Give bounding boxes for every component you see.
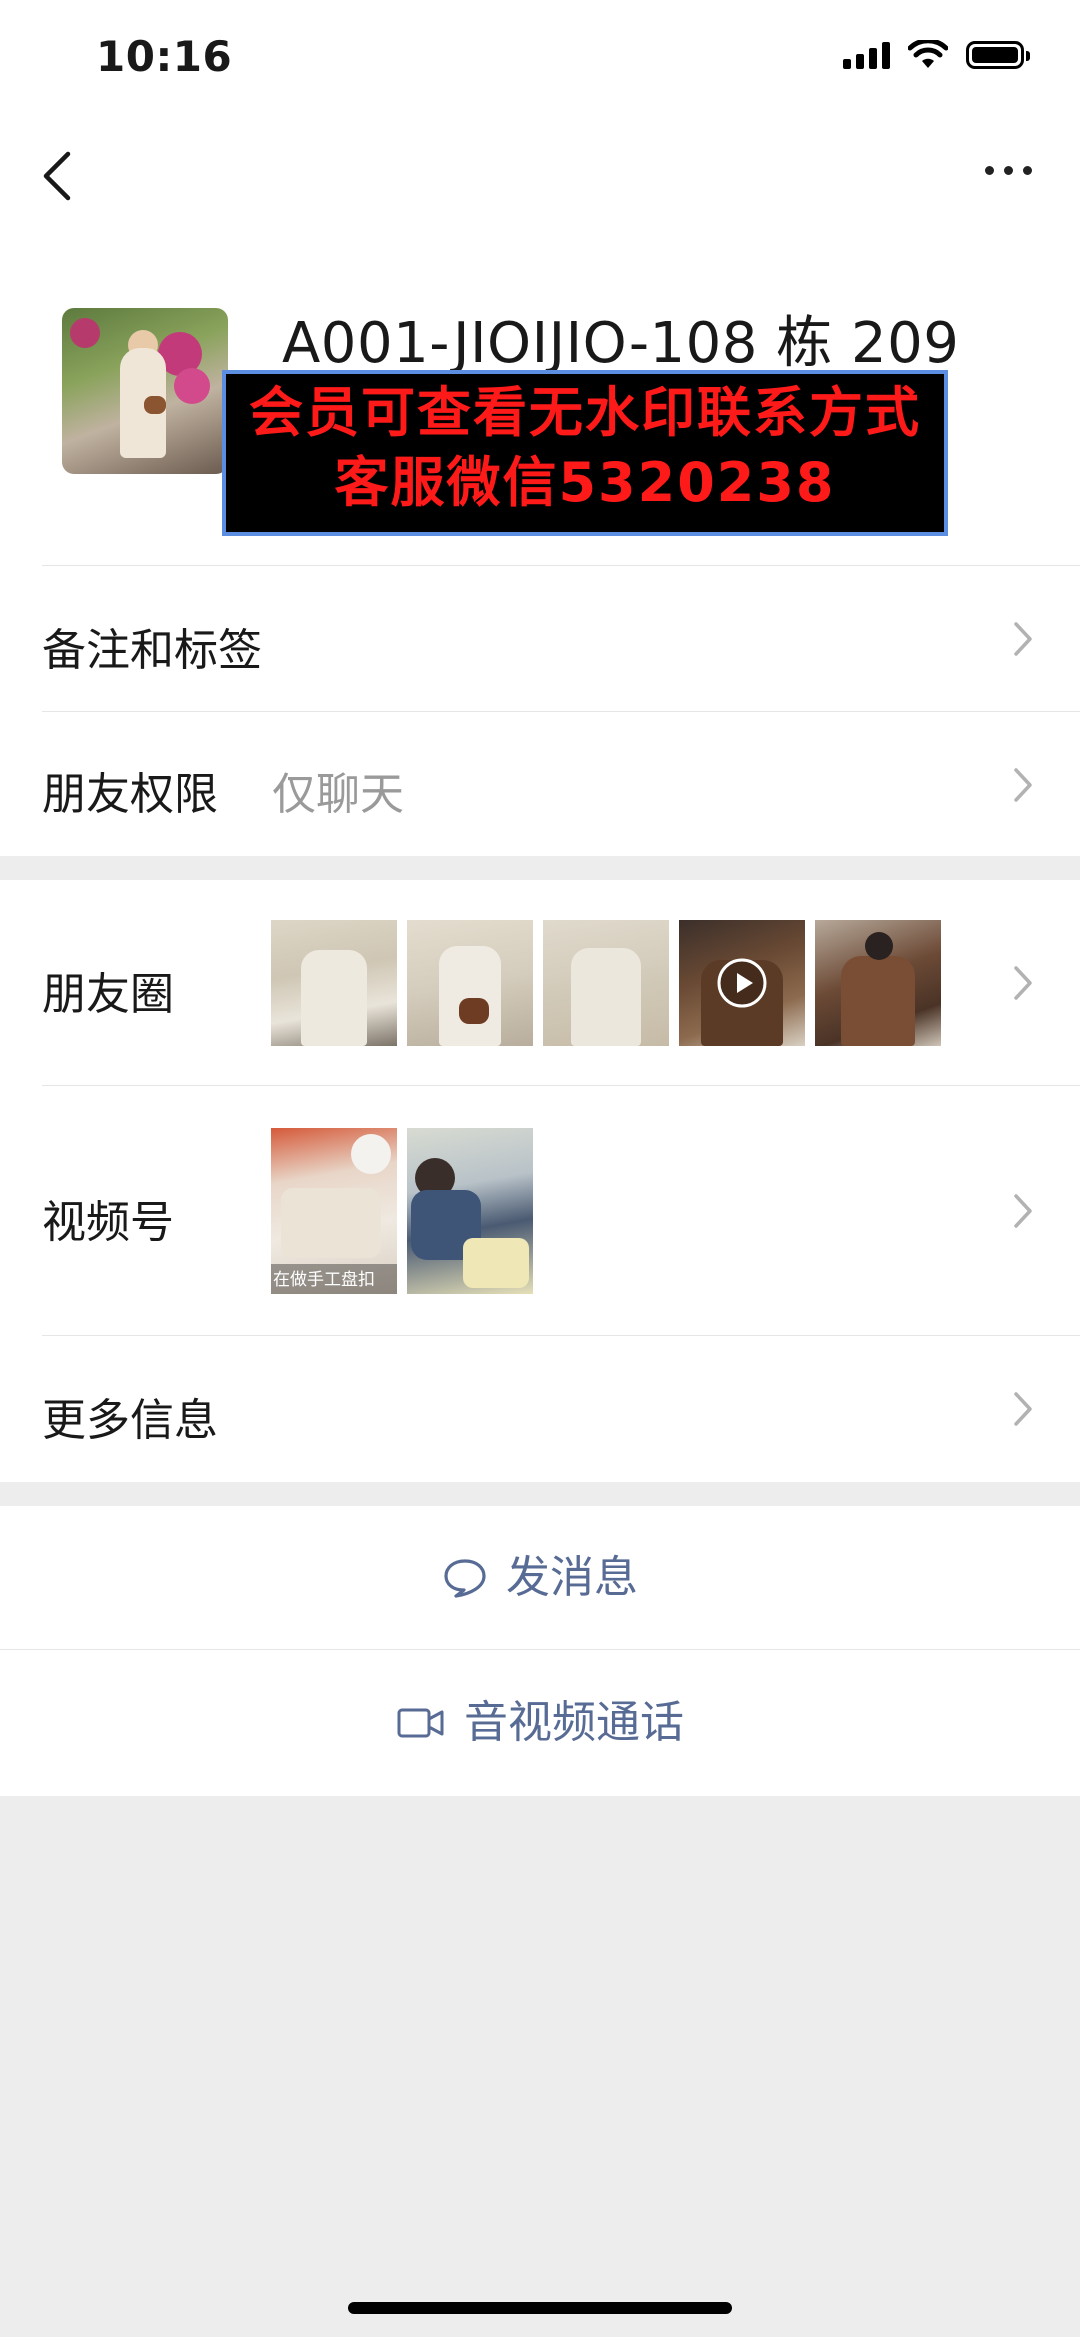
watermark-line-1: 会员可查看无水印联系方式	[249, 381, 921, 444]
battery-icon	[966, 41, 1030, 69]
more-info-row[interactable]: 更多信息	[0, 1336, 1080, 1482]
permission-value: 仅聊天	[272, 769, 404, 820]
status-icons	[843, 40, 1030, 70]
channels-thumbnail-caption: 在做手工盘扣	[273, 1270, 375, 1290]
more-info-label: 更多信息	[42, 1395, 218, 1446]
avatar[interactable]	[62, 308, 228, 474]
home-indicator	[348, 2302, 732, 2314]
watermark-banner: 会员可查看无水印联系方式 客服微信5320238	[222, 370, 948, 536]
more-icon[interactable]	[985, 166, 1032, 175]
channels-row[interactable]: 视频号 在做手工盘扣	[0, 1086, 1080, 1336]
status-time: 10:16	[96, 32, 233, 81]
chevron-right-icon	[1014, 768, 1032, 802]
back-icon[interactable]	[38, 146, 78, 206]
chevron-right-icon	[1014, 966, 1032, 1000]
moments-label: 朋友圈	[42, 969, 174, 1020]
moments-thumbnail[interactable]	[543, 920, 669, 1046]
video-camera-icon	[397, 1708, 444, 1738]
chevron-right-icon	[1014, 1194, 1032, 1228]
send-message-label: 发消息	[506, 1552, 638, 1603]
channels-label: 视频号	[42, 1197, 174, 1248]
channels-thumbnail[interactable]: 在做手工盘扣	[271, 1128, 397, 1294]
remark-label: 备注和标签	[42, 625, 262, 676]
play-icon	[717, 958, 767, 1008]
chevron-right-icon	[1014, 622, 1032, 656]
wifi-icon	[908, 40, 948, 68]
send-message-button[interactable]: 发消息	[0, 1506, 1080, 1650]
moments-thumbnail[interactable]	[271, 920, 397, 1046]
video-call-label: 音视频通话	[464, 1697, 684, 1748]
display-name: A001-JIOIJIO-108 栋 209	[282, 311, 960, 376]
permission-row[interactable]: 朋友权限 仅聊天	[0, 712, 1080, 856]
profile-header: A001-JIOIJIO-108 栋 209 会员可查看无水印联系方式 客服微信…	[0, 240, 1080, 566]
moments-thumbnail[interactable]	[407, 920, 533, 1046]
video-call-button[interactable]: 音视频通话	[0, 1650, 1080, 1796]
remark-row[interactable]: 备注和标签	[0, 566, 1080, 712]
chat-bubble-icon	[444, 1559, 486, 1598]
permission-label: 朋友权限	[42, 769, 218, 820]
moments-row[interactable]: 朋友圈	[0, 880, 1080, 1086]
moments-video-thumbnail[interactable]	[679, 920, 805, 1046]
signal-icon	[843, 41, 890, 69]
chevron-right-icon	[1014, 1392, 1032, 1426]
status-bar: 10:16	[0, 0, 1080, 110]
watermark-line-2: 客服微信5320238	[334, 451, 836, 514]
channels-thumbnail[interactable]	[407, 1128, 533, 1294]
nav-bar	[0, 110, 1080, 240]
moments-thumbnail[interactable]	[815, 920, 941, 1046]
